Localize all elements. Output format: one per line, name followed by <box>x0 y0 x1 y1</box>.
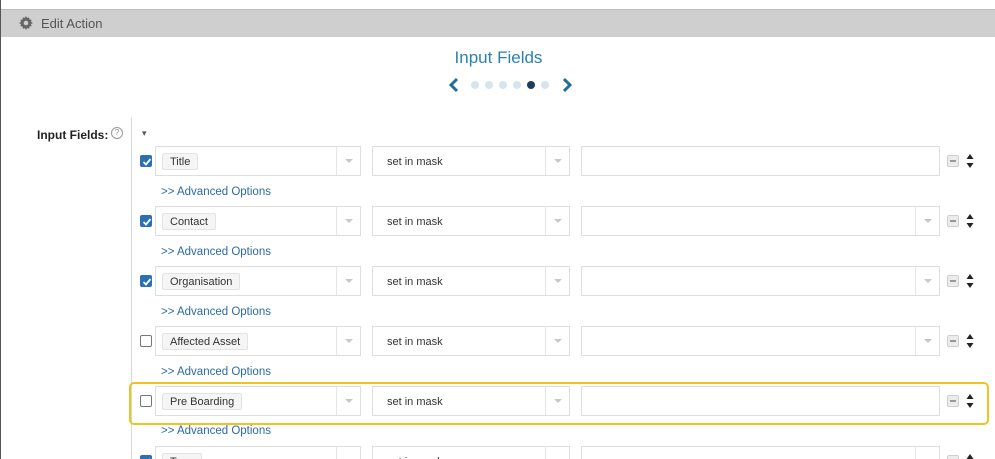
dropdown-caret-icon[interactable] <box>915 267 939 295</box>
remove-row-button[interactable] <box>947 155 959 167</box>
advanced-options-link[interactable]: >> Advanced Options <box>161 186 271 198</box>
remove-row-button[interactable] <box>947 275 959 287</box>
reorder-icon[interactable] <box>966 273 974 289</box>
mode-select[interactable]: set in mask <box>372 326 570 356</box>
mode-select[interactable]: set in mask <box>372 146 570 176</box>
wizard-pager <box>447 76 577 94</box>
value-input[interactable] <box>581 266 940 296</box>
step-dot[interactable] <box>485 81 493 89</box>
highlight-box <box>129 382 989 425</box>
caret-down-icon[interactable]: ▾ <box>142 128 147 139</box>
step-dot[interactable] <box>499 81 507 89</box>
step-dot[interactable] <box>471 81 479 89</box>
edit-action-window: Edit Action Input Fields Input Fields: ?… <box>0 0 995 459</box>
remove-row-button[interactable] <box>947 335 959 347</box>
advanced-options-link[interactable]: >> Advanced Options <box>161 306 271 318</box>
dropdown-caret-icon[interactable] <box>545 207 569 235</box>
check-icon <box>142 158 152 166</box>
check-icon <box>142 218 152 226</box>
input-field-row: Title set in mask <box>137 146 987 176</box>
field-select-value: Organisation <box>162 273 241 290</box>
step-dot-active[interactable] <box>527 81 535 89</box>
dropdown-caret-icon[interactable] <box>336 447 360 459</box>
advanced-options-link[interactable]: >> Advanced Options <box>161 246 271 258</box>
mode-select[interactable]: set in mask <box>372 446 570 459</box>
row-checkbox[interactable] <box>140 155 152 167</box>
dropdown-caret-icon[interactable] <box>915 447 939 459</box>
value-input[interactable] <box>581 326 940 356</box>
value-input[interactable] <box>581 446 940 459</box>
advanced-options-link[interactable]: >> Advanced Options <box>161 425 271 437</box>
reorder-icon[interactable] <box>966 453 974 459</box>
input-field-row: Type set in mask <box>137 446 987 459</box>
remove-row-button[interactable] <box>947 215 959 227</box>
wizard-title: Input Fields <box>454 48 543 67</box>
value-input[interactable] <box>581 146 940 176</box>
dropdown-caret-icon[interactable] <box>336 207 360 235</box>
help-icon[interactable]: ? <box>111 127 123 139</box>
row-checkbox[interactable] <box>140 215 152 227</box>
field-select[interactable]: Type <box>155 446 361 459</box>
dropdown-caret-icon[interactable] <box>545 447 569 459</box>
reorder-icon[interactable] <box>966 213 974 229</box>
input-field-row: Contact set in mask <box>137 206 987 236</box>
dropdown-caret-icon[interactable] <box>545 267 569 295</box>
check-icon <box>142 278 152 286</box>
mode-select-value: set in mask <box>387 156 443 168</box>
dropdown-caret-icon[interactable] <box>336 267 360 295</box>
dropdown-caret-icon[interactable] <box>915 207 939 235</box>
step-dot[interactable] <box>513 81 521 89</box>
field-select[interactable]: Affected Asset <box>155 326 361 356</box>
remove-row-button[interactable] <box>947 455 959 459</box>
field-select[interactable]: Title <box>155 146 361 176</box>
input-fields-label: Input Fields: <box>37 128 109 142</box>
row-checkbox[interactable] <box>140 335 152 347</box>
dropdown-caret-icon[interactable] <box>545 147 569 175</box>
mode-select-value: set in mask <box>379 453 451 459</box>
input-field-row: Affected Asset set in mask <box>137 326 987 356</box>
dropdown-caret-icon[interactable] <box>915 327 939 355</box>
row-checkbox[interactable] <box>140 275 152 287</box>
field-select-value: Contact <box>162 213 216 230</box>
window-title: Edit Action <box>41 16 103 31</box>
reorder-icon[interactable] <box>966 333 974 349</box>
mode-select-value: set in mask <box>387 336 443 348</box>
value-input[interactable] <box>581 206 940 236</box>
mode-select[interactable]: set in mask <box>372 266 570 296</box>
field-select[interactable]: Organisation <box>155 266 361 296</box>
dropdown-caret-icon[interactable] <box>336 147 360 175</box>
input-field-row: Organisation set in mask <box>137 266 987 296</box>
field-select-value: Title <box>162 153 199 170</box>
advanced-options-link[interactable]: >> Advanced Options <box>161 366 271 378</box>
dropdown-caret-icon[interactable] <box>545 327 569 355</box>
field-select-value: Type <box>162 453 202 459</box>
row-checkbox[interactable] <box>140 455 152 459</box>
dropdown-caret-icon[interactable] <box>336 327 360 355</box>
step-dot[interactable] <box>541 81 549 89</box>
mode-select-value: set in mask <box>387 276 443 288</box>
title-bar: Edit Action <box>1 9 995 37</box>
chevron-right-icon[interactable] <box>560 76 574 94</box>
mode-select-value: set in mask <box>387 216 443 228</box>
chevron-left-icon[interactable] <box>447 76 461 94</box>
reorder-icon[interactable] <box>966 153 974 169</box>
gear-icon <box>19 16 33 30</box>
mode-select[interactable]: set in mask <box>372 206 570 236</box>
field-select-value: Affected Asset <box>162 333 249 350</box>
field-select[interactable]: Contact <box>155 206 361 236</box>
